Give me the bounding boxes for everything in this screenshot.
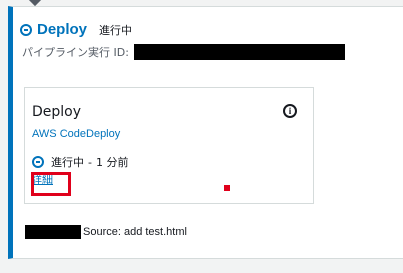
stage-status: 進行中: [99, 23, 133, 37]
source-commit-redaction: [25, 225, 81, 239]
details-link[interactable]: 詳細: [31, 171, 53, 187]
info-icon[interactable]: i: [283, 104, 297, 118]
action-status: 進行中: [51, 156, 84, 169]
stage-header: Deploy 進行中: [20, 21, 132, 38]
provider-link[interactable]: AWS CodeDeploy: [32, 128, 120, 140]
source-row: Source: add test.html: [25, 225, 187, 239]
in-progress-icon: [20, 23, 32, 36]
pipeline-execution-id-redaction: [133, 44, 345, 60]
in-progress-icon: [32, 156, 44, 168]
action-status-row: 進行中 - 1 分前: [32, 154, 128, 170]
page-background-strip: [0, 259, 403, 273]
action-time-ago: 1 分前: [95, 156, 129, 169]
source-commit-message: Source: add test.html: [83, 226, 187, 238]
pipeline-execution-id-label: パイプライン実行 ID:: [22, 46, 129, 59]
action-card: Deploy i AWS CodeDeploy 進行中 - 1 分前 詳細: [24, 87, 314, 204]
action-title: Deploy: [32, 104, 82, 120]
stage-title: Deploy: [37, 21, 88, 38]
pipeline-execution-id-row: パイプライン実行 ID:: [22, 44, 345, 60]
click-marker: [224, 185, 230, 191]
status-separator: -: [88, 155, 92, 169]
